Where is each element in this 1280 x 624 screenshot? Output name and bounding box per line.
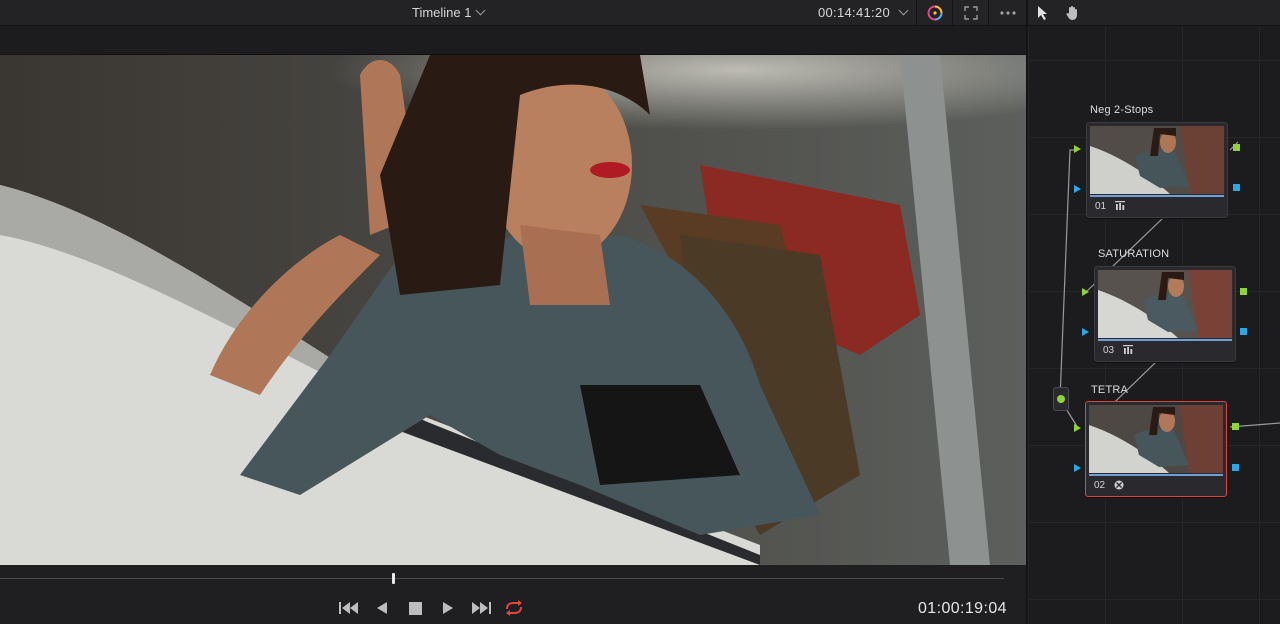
color-wheel-button[interactable] <box>916 0 953 25</box>
node-rgb-output[interactable] <box>1233 144 1240 151</box>
scrub-track[interactable] <box>0 578 1004 579</box>
node-rgb-input[interactable] <box>1082 288 1089 296</box>
pointer-icon <box>1038 5 1047 20</box>
more-dots-icon <box>1000 10 1016 15</box>
node-number: 01 <box>1095 201 1107 212</box>
node-thumbnail-image <box>1089 405 1223 473</box>
hand-tool-button[interactable] <box>1058 0 1088 25</box>
node-label: Neg 2-Stops <box>1090 104 1154 116</box>
playhead[interactable] <box>392 573 395 584</box>
go-to-start-button[interactable] <box>338 598 360 618</box>
loop-icon <box>506 600 522 616</box>
viewer-header: Timeline 1 00:14:41:20 <box>0 0 1026 26</box>
node-alpha-output[interactable] <box>1233 184 1240 191</box>
node-thumbnail-image <box>1098 270 1232 338</box>
node-status-bar <box>1098 339 1232 341</box>
node-status-bar <box>1090 195 1224 197</box>
node-toolbar <box>1028 0 1280 26</box>
pointer-tool-button[interactable] <box>1028 0 1058 25</box>
node-status-bar <box>1089 474 1223 476</box>
timeline-title: Timeline 1 <box>412 5 472 20</box>
timecode-display: 00:14:41:20 <box>818 5 890 20</box>
transport-bar: 01:00:19:04 <box>0 565 1026 624</box>
play-reverse-button[interactable] <box>371 598 393 618</box>
node-label: SATURATION <box>1098 248 1170 260</box>
node-rgb-output[interactable] <box>1232 423 1239 430</box>
node-number: 03 <box>1103 345 1115 356</box>
chevron-down-icon <box>898 5 909 16</box>
transport-controls <box>338 598 525 618</box>
go-to-end-button[interactable] <box>470 598 492 618</box>
node-rgb-input[interactable] <box>1074 424 1081 432</box>
node-neg-2-stops[interactable]: 01 <box>1086 122 1228 218</box>
play-icon <box>443 602 453 614</box>
loop-button[interactable] <box>503 598 525 618</box>
expand-icon <box>964 5 978 20</box>
node-alpha-output[interactable] <box>1232 464 1239 471</box>
play-button[interactable] <box>437 598 459 618</box>
current-timecode: 01:00:19:04 <box>918 600 1007 617</box>
ofx-icon <box>1114 480 1124 490</box>
node-alpha-input[interactable] <box>1082 328 1089 336</box>
hand-icon <box>1066 5 1077 20</box>
stop-icon <box>408 601 422 615</box>
node-alpha-input[interactable] <box>1074 464 1081 472</box>
node-thumbnail <box>1098 270 1232 338</box>
node-label: TETRA <box>1091 384 1129 396</box>
timeline-selector[interactable]: Timeline 1 <box>412 5 486 20</box>
more-options-button[interactable] <box>988 0 1027 25</box>
node-rgb-output[interactable] <box>1240 288 1247 295</box>
bars-icon <box>1115 201 1125 210</box>
source-input-node[interactable] <box>1053 387 1069 411</box>
node-rgb-input[interactable] <box>1074 145 1081 153</box>
node-saturation[interactable]: 03 <box>1094 266 1236 362</box>
node-alpha-input[interactable] <box>1074 185 1081 193</box>
node-alpha-output[interactable] <box>1240 328 1247 335</box>
fullscreen-button[interactable] <box>952 0 989 25</box>
node-tetra[interactable]: 02 <box>1085 401 1227 497</box>
node-thumbnail-image <box>1090 126 1224 194</box>
viewer-frame[interactable] <box>0 55 1026 565</box>
timecode-selector[interactable]: 00:14:41:20 <box>818 5 909 20</box>
play-reverse-icon <box>377 602 387 614</box>
viewer-subbar <box>0 26 1026 55</box>
skip-back-icon <box>339 602 358 614</box>
node-number: 02 <box>1094 480 1106 491</box>
color-wheel-icon <box>927 5 943 20</box>
chevron-down-icon <box>476 5 486 16</box>
video-frame-image <box>0 55 1026 565</box>
skip-forward-icon <box>472 602 491 614</box>
node-thumbnail <box>1089 405 1223 473</box>
bars-icon <box>1123 345 1133 354</box>
node-thumbnail <box>1090 126 1224 194</box>
stop-button[interactable] <box>404 598 426 618</box>
